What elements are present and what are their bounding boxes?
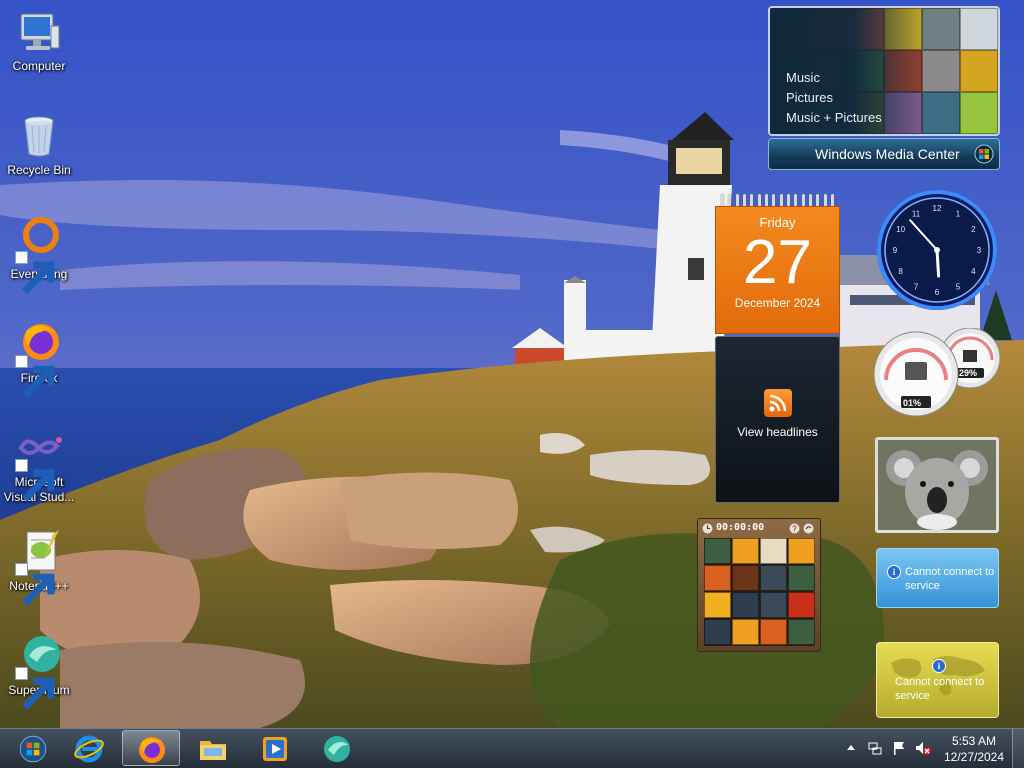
volume-muted-icon[interactable] [915,740,931,756]
desktop-icon-everything[interactable]: Everything [1,216,77,294]
windows-orb-icon [19,735,47,763]
clock-gadget[interactable]: 1 2 3 4 5 6 7 8 9 10 11 12 [875,188,999,312]
taskbar-supermium[interactable] [308,730,366,766]
shortcut-arrow-icon [15,563,55,606]
clock-hour-hand [935,248,941,278]
svg-text:?: ? [792,525,797,534]
clock-numeral: 5 [956,282,961,291]
show-desktop-button[interactable] [1012,729,1024,768]
everything-icon [15,216,63,294]
taskbar-firefox[interactable] [122,730,180,766]
desktop-icon-recycle-bin[interactable]: Recycle Bin [1,112,77,178]
weather-gadget[interactable]: i Cannot connect to service [876,548,999,608]
recycle-bin-icon [15,112,63,160]
currency-gadget[interactable]: i Cannot connect to service [876,642,999,718]
clock-numeral: 11 [912,210,921,219]
taskbar: 5:53 AM 12/27/2024 [0,728,1024,768]
visual-studio-icon [15,424,63,502]
desktop-icon-computer[interactable]: Computer [1,8,77,74]
desktop-icon-label: Recycle Bin [7,163,71,177]
shortcut-arrow-icon [15,459,55,502]
menu-item-music-pictures[interactable]: Music + Pictures [786,110,882,125]
shortcut-arrow-icon [15,251,55,294]
internet-explorer-icon [74,735,104,763]
puzzle-timer-icon [702,523,713,534]
media-center-title: Windows Media Center [815,146,960,162]
currency-status-message: Cannot connect to service [895,676,985,702]
network-icon[interactable] [867,740,883,756]
media-center-gadget[interactable]: Music Pictures Music + Pictures [768,6,1000,136]
clock-numeral: 8 [898,267,903,276]
start-button[interactable] [4,730,48,768]
memory-chip-icon [963,350,977,362]
taskbar-windows-media-player[interactable] [246,730,304,766]
rss-icon [763,389,792,417]
shortcut-arrow-icon [15,667,55,710]
computer-icon [15,8,63,56]
clock-numeral: 2 [971,225,976,234]
windows-logo-icon [974,144,994,164]
clock-numeral: 4 [971,267,976,276]
cpu-meter-gadget[interactable]: 01% 29% [873,327,1001,420]
weather-status-message: Cannot connect to service [905,566,995,592]
desktop-icon-notepad-plus-plus[interactable]: Notepad++ [1,528,77,606]
feed-headlines-gadget[interactable]: View headlines [715,336,840,503]
show-hidden-icons-icon[interactable] [843,740,859,756]
firefox-icon [15,320,63,398]
view-headlines-link[interactable]: View headlines [716,425,839,439]
picture-puzzle-gadget[interactable]: 00:00:00 ? [697,518,821,652]
media-center-menu: Music Pictures Music + Pictures [770,8,920,134]
shortcut-arrow-icon [15,355,55,398]
calendar-month-year: December 2024 [734,296,821,310]
taskbar-windows-explorer[interactable] [184,730,242,766]
system-clock[interactable]: 5:53 AM 12/27/2024 [940,733,1008,765]
desktop-icon-label: Computer [12,59,66,73]
system-date: 12/27/2024 [943,750,1005,764]
cpu-chip-icon [905,362,927,380]
media-player-icon [263,737,287,761]
memory-usage-value: 29% [959,368,978,378]
desktop-icon-supermium[interactable]: Supermium [1,632,77,710]
clock-numeral: 12 [933,204,942,213]
koala-photo [878,440,996,530]
taskbar-internet-explorer[interactable] [60,730,118,766]
clock-numeral: 10 [896,225,905,234]
menu-item-music[interactable]: Music [786,70,820,85]
slide-show-gadget[interactable] [875,437,999,533]
cpu-usage-value: 01% [903,398,922,408]
menu-item-pictures[interactable]: Pictures [786,90,833,105]
folder-icon [200,741,226,760]
clock-numeral: 9 [893,246,898,255]
system-time: 5:53 AM [951,734,997,748]
puzzle-grid[interactable] [704,538,815,646]
calendar-day: 27 [743,228,812,297]
firefox-icon [139,737,165,763]
shuffle-icon[interactable] [803,523,814,534]
puzzle-timer: 00:00:00 [716,522,765,533]
clock-numeral: 1 [956,210,961,219]
desktop-icon-visual-studio[interactable]: Microsoft Visual Stud... [1,424,77,505]
clock-numeral: 3 [977,246,982,255]
action-center-flag-icon[interactable] [891,740,907,756]
supermium-icon [324,736,350,762]
media-center-launch-button[interactable]: Windows Media Center [768,138,1000,170]
clock-numeral: 7 [914,282,919,291]
supermium-icon [15,632,63,710]
desktop-icon-firefox[interactable]: Firefox [1,320,77,398]
clock-numeral: 6 [935,288,940,297]
help-icon[interactable]: ? [789,523,800,534]
info-icon: i [932,659,946,673]
calendar-gadget[interactable]: Friday 27 December 2024 [715,194,840,334]
notepad-plus-plus-icon [15,528,63,606]
info-icon: i [887,565,901,579]
